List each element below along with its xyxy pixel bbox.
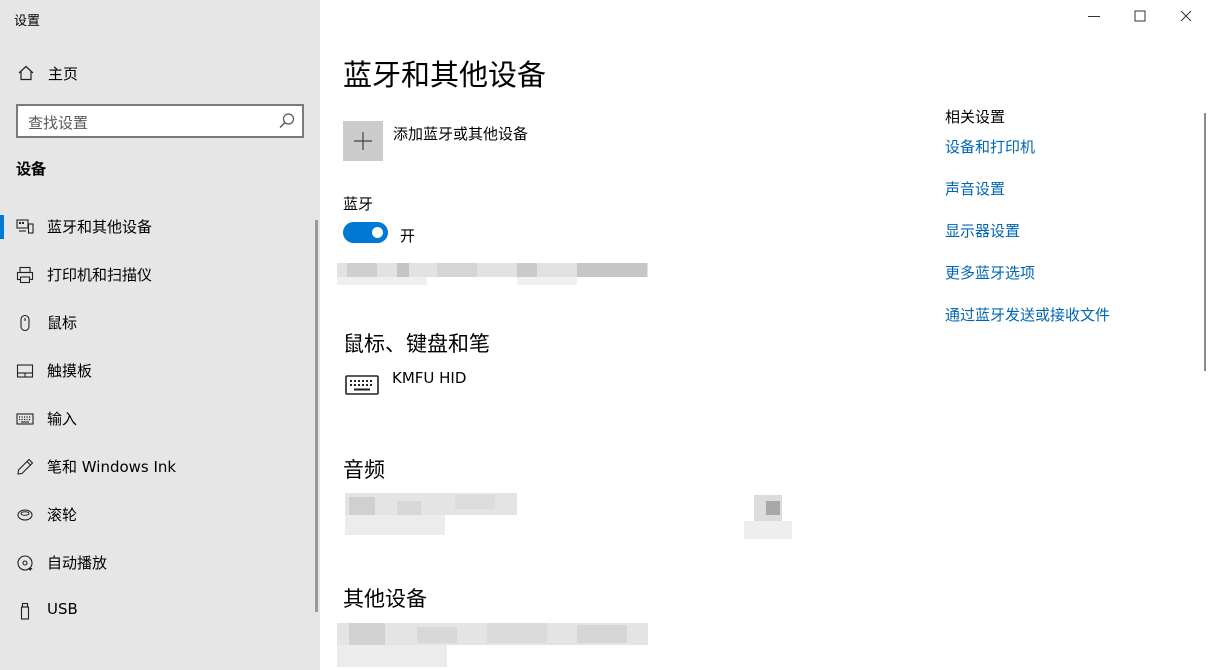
page-title: 蓝牙和其他设备: [343, 58, 547, 92]
pen-icon: [17, 458, 34, 475]
maximize-button[interactable]: [1117, 4, 1163, 28]
search-placeholder: 查找设置: [28, 114, 89, 132]
link-sound-settings[interactable]: 声音设置: [945, 178, 1005, 199]
home-nav-item[interactable]: 主页: [0, 56, 320, 90]
app-title: 设置: [14, 14, 41, 29]
sidebar-item-mouse[interactable]: 鼠标: [0, 299, 318, 347]
bluetooth-devices-icon: [16, 219, 34, 234]
search-input[interactable]: 查找设置: [16, 104, 304, 138]
add-device-button[interactable]: 添加蓝牙或其他设备: [343, 121, 743, 161]
maximize-icon: [1134, 10, 1146, 22]
keyboard-icon: [345, 375, 379, 395]
minimize-icon: [1088, 16, 1100, 17]
link-display-settings[interactable]: 显示器设置: [945, 220, 1020, 241]
sidebar-item-touchpad[interactable]: 触摸板: [0, 347, 318, 395]
bluetooth-state-label: 开: [400, 227, 416, 245]
redacted-audio-status: [744, 495, 792, 539]
redacted-device-name: [337, 263, 648, 285]
main-scrollbar[interactable]: [1204, 113, 1206, 371]
sidebar-item-label: 自动播放: [47, 554, 108, 572]
sidebar-item-label: 打印机和扫描仪: [47, 266, 153, 284]
printer-icon: [16, 266, 34, 284]
sidebar-item-label: 蓝牙和其他设备: [47, 218, 153, 236]
mouse-icon: [20, 314, 30, 332]
close-icon: [1180, 10, 1192, 22]
link-more-bluetooth-options[interactable]: 更多蓝牙选项: [945, 262, 1035, 283]
plus-icon: [354, 132, 372, 150]
section-audio: 音频: [343, 458, 385, 482]
sidebar: 设置 主页 查找设置 设备 蓝牙和其他设备 打印机和扫描仪 鼠标 触摸板 输入 …: [0, 0, 320, 670]
section-title: 设备: [16, 160, 47, 178]
wheel-icon: [17, 509, 33, 521]
usb-icon: [20, 602, 30, 620]
related-settings-title: 相关设置: [945, 108, 1006, 126]
section-input-devices: 鼠标、键盘和笔: [343, 332, 490, 356]
sidebar-item-label: 输入: [47, 410, 78, 428]
minimize-button[interactable]: [1071, 4, 1117, 28]
sidebar-item-label: 滚轮: [47, 506, 78, 524]
home-label: 主页: [48, 65, 79, 83]
sidebar-item-wheel[interactable]: 滚轮: [0, 491, 318, 539]
sidebar-item-label: 触摸板: [47, 362, 93, 380]
link-devices-and-printers[interactable]: 设备和打印机: [945, 136, 1035, 157]
toggle-knob: [372, 227, 383, 238]
active-indicator: [0, 215, 4, 239]
bluetooth-toggle[interactable]: [343, 222, 388, 243]
redacted-other-device: [337, 623, 648, 667]
link-send-receive-files-bluetooth[interactable]: 通过蓝牙发送或接收文件: [945, 304, 1110, 325]
add-device-label: 添加蓝牙或其他设备: [393, 125, 529, 143]
add-icon-tile: [343, 121, 383, 161]
keyboard-device-item[interactable]: KMFU HID: [343, 368, 643, 402]
autoplay-icon: [17, 555, 33, 571]
sidebar-item-usb[interactable]: USB: [0, 587, 318, 635]
close-button[interactable]: [1163, 4, 1209, 28]
sidebar-item-pen[interactable]: 笔和 Windows Ink: [0, 443, 318, 491]
sidebar-item-label: 鼠标: [47, 314, 78, 332]
sidebar-item-typing[interactable]: 输入: [0, 395, 318, 443]
sidebar-item-autoplay[interactable]: 自动播放: [0, 539, 318, 587]
redacted-audio-device: [345, 493, 517, 535]
sidebar-item-printers[interactable]: 打印机和扫描仪: [0, 251, 318, 299]
sidebar-item-label: 笔和 Windows Ink: [47, 458, 177, 476]
sidebar-item-bluetooth[interactable]: 蓝牙和其他设备: [0, 203, 318, 251]
section-other-devices: 其他设备: [343, 587, 427, 611]
search-icon[interactable]: [278, 112, 296, 130]
keyboard-icon: [16, 413, 34, 425]
bluetooth-label: 蓝牙: [343, 195, 374, 213]
home-icon: [18, 65, 34, 81]
touchpad-icon: [16, 364, 34, 378]
sidebar-item-label: USB: [47, 600, 78, 618]
keyboard-device-name: KMFU HID: [392, 369, 467, 387]
sidebar-scrollbar[interactable]: [315, 220, 318, 612]
sidebar-nav: 蓝牙和其他设备 打印机和扫描仪 鼠标 触摸板 输入 笔和 Windows Ink…: [0, 203, 318, 635]
